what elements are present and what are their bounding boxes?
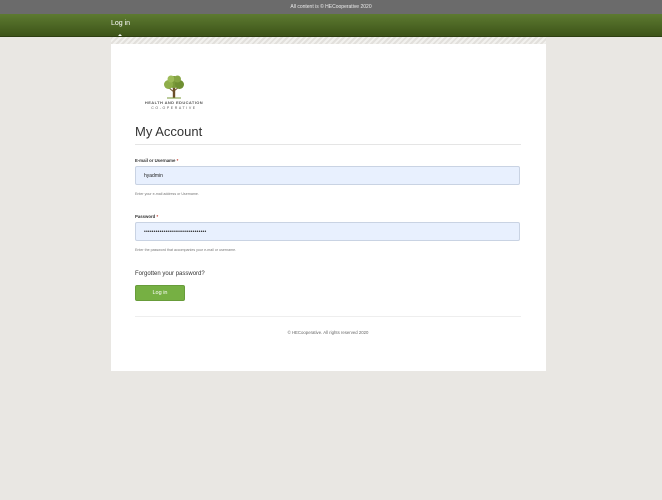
login-button[interactable]: Log in	[135, 285, 185, 301]
decorative-stripe	[111, 37, 546, 44]
top-notice-text: All content is © HECooperative 2020	[290, 4, 372, 10]
required-marker: *	[156, 214, 159, 219]
username-input[interactable]	[135, 166, 520, 185]
username-label: E-mail or Username *	[135, 158, 178, 163]
page-title: My Account	[135, 124, 203, 139]
password-label-text: Password	[135, 214, 156, 219]
login-card: HEALTH AND EDUCATION CO-OPERATIVE My Acc…	[111, 44, 546, 371]
footer-divider	[135, 316, 521, 317]
nav-login-link[interactable]: Log in	[111, 20, 130, 27]
logo-text-line2: CO-OPERATIVE	[151, 106, 197, 110]
copyright-text: © HECooperative. All rights reserved 202…	[287, 330, 369, 335]
nav-active-indicator-icon	[118, 34, 122, 36]
password-label: Password *	[135, 214, 158, 219]
top-notice-bar: All content is © HECooperative 2020	[0, 0, 662, 14]
main-nav: Log in	[0, 14, 662, 37]
required-marker: *	[176, 158, 179, 163]
username-label-text: E-mail or Username	[135, 158, 176, 163]
site-logo[interactable]: HEALTH AND EDUCATION CO-OPERATIVE	[135, 74, 213, 116]
logo-text-line1: HEALTH AND EDUCATION	[144, 100, 204, 105]
title-divider	[135, 144, 521, 145]
password-help-text: Enter the password that accompanies your…	[135, 248, 237, 252]
tree-icon	[164, 75, 184, 99]
forgot-password-link[interactable]: Forgotten your password?	[135, 271, 205, 277]
password-input[interactable]	[135, 222, 520, 241]
username-help-text: Enter your e-mail address or Username.	[135, 192, 199, 196]
